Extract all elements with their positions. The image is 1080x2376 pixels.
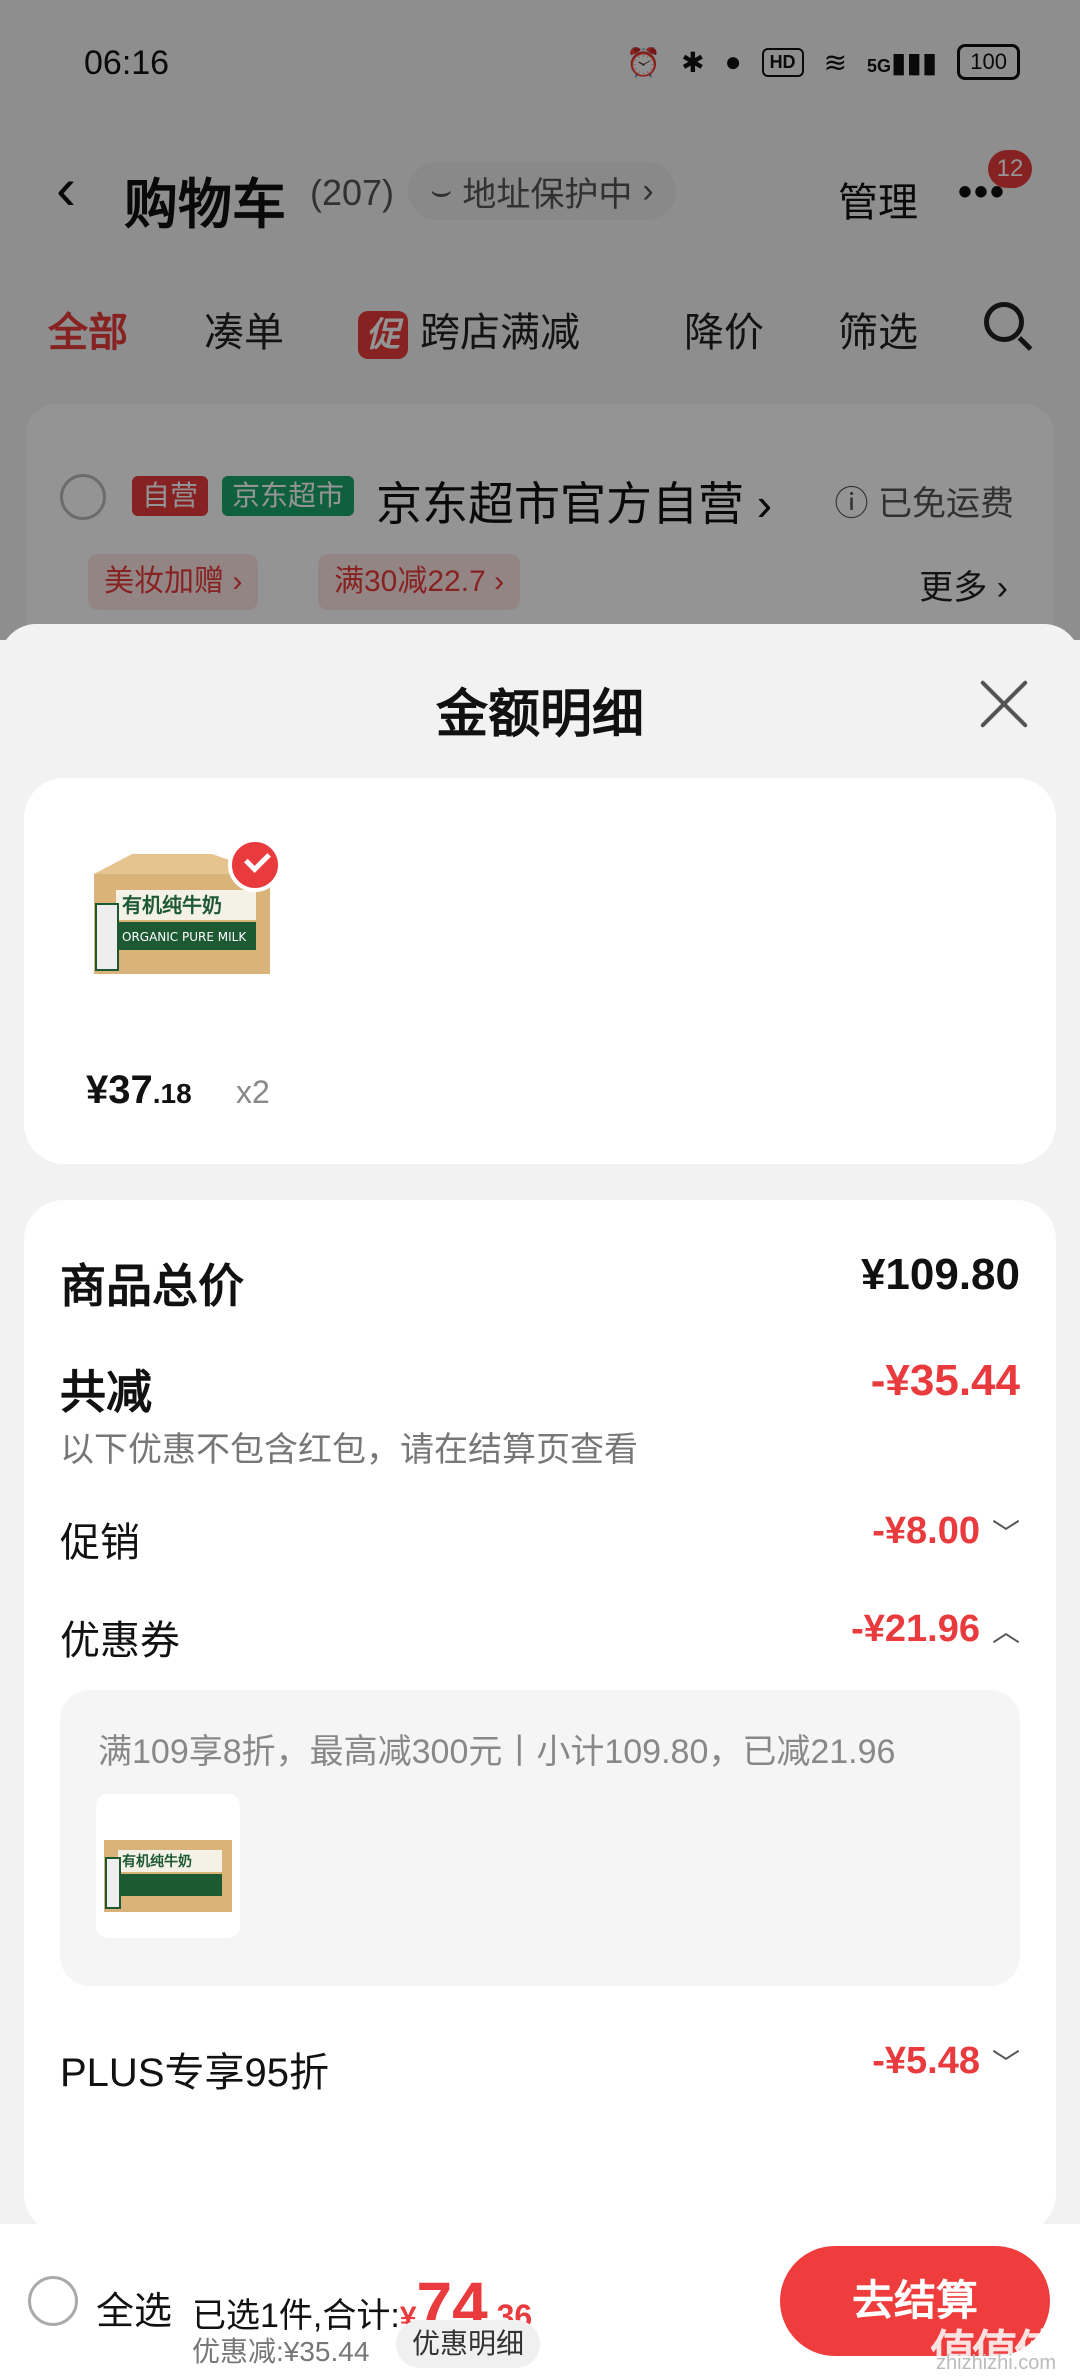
plus-discount-row[interactable]: PLUS专享95折 -¥5.48 ﹀ (60, 2040, 1020, 2096)
coupon-product-thumbnail: 有机纯牛奶 (96, 1794, 240, 1938)
modal-overlay[interactable] (0, 0, 1080, 640)
promo-value: -¥8.00 ﹀ (872, 1510, 1020, 1552)
discount-detail-button[interactable]: 优惠明细 (396, 2320, 541, 2368)
product-quantity: x2 (236, 1074, 270, 1110)
reduce-note: 以下优惠不包含红包，请在结算页查看 (60, 1431, 638, 1469)
promo-row[interactable]: 促销 -¥8.00 ﹀ (60, 1510, 1020, 1566)
coupon-detail-box: 满109享8折，最高减300元丨小计109.80，已减21.96 有机纯牛奶 (60, 1690, 1020, 1986)
product-card: 有机纯牛奶 ORGANIC PURE MILK ¥37.18 x2 (24, 778, 1056, 1164)
svg-text:ORGANIC PURE MILK: ORGANIC PURE MILK (122, 930, 247, 944)
coupon-label: 优惠券 (60, 1619, 180, 1663)
product-price: ¥37.18 (86, 1068, 192, 1112)
amount-detail-card: 商品总价 ¥109.80 共减 -¥35.44 以下优惠不包含红包，请在结算页查… (24, 1200, 1056, 2234)
reduce-value: -¥35.44 (870, 1356, 1020, 1405)
svg-text:有机纯牛奶: 有机纯牛奶 (122, 1853, 192, 1870)
plus-discount-label: PLUS专享95折 (60, 2051, 329, 2095)
total-price-label: 商品总价 (60, 1260, 244, 1312)
total-price-row: 商品总价 ¥109.80 (60, 1250, 1020, 1312)
reduce-label: 共减 (60, 1366, 152, 1418)
coupon-row[interactable]: 优惠券 -¥21.96 ︿ (60, 1608, 1020, 1664)
plus-discount-value: -¥5.48 ﹀ (872, 2040, 1020, 2082)
coupon-detail-text: 满109享8折，最高减300元丨小计109.80，已减21.96 (98, 1733, 896, 1771)
sheet-title: 金额明细 (435, 686, 644, 744)
select-all-radio[interactable] (28, 2276, 78, 2326)
chevron-down-icon: ﹀ (991, 1518, 1020, 1549)
selected-check-icon (228, 838, 282, 892)
promo-label: 促销 (60, 1521, 140, 1565)
chevron-up-icon: ︿ (991, 1616, 1020, 1647)
close-icon[interactable] (976, 676, 1032, 732)
checkout-bar: 全选 已选1件,合计:¥74.36 优惠减:¥35.44 优惠明细 去结算 (0, 2224, 1080, 2376)
coupon-value: -¥21.96 ︿ (851, 1608, 1020, 1650)
reduce-row: 共减 -¥35.44 (60, 1356, 1020, 1418)
watermark-url: zhizhizhi.com (936, 2352, 1057, 2374)
amount-detail-sheet: 金额明细 有机纯牛奶 ORGANIC PURE MILK ¥37.18 x2 商… (0, 624, 1080, 2234)
discount-amount: 优惠减:¥35.44 (192, 2336, 370, 2367)
select-all-label[interactable]: 全选 (96, 2280, 172, 2335)
chevron-down-icon: ﹀ (991, 2048, 1020, 2079)
svg-text:有机纯牛奶: 有机纯牛奶 (122, 893, 222, 917)
total-price-value: ¥109.80 (860, 1250, 1020, 1299)
